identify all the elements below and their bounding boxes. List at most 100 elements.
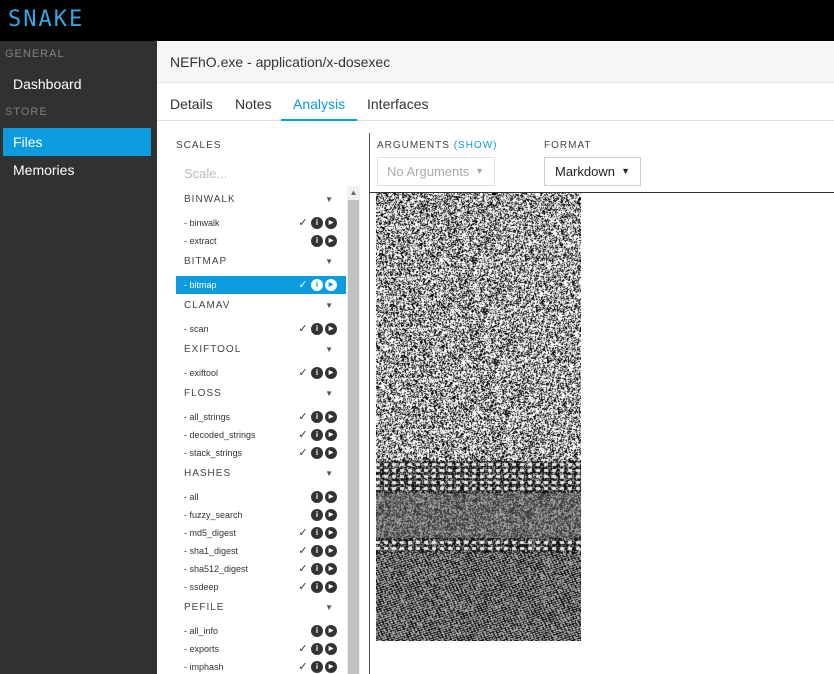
check-icon: ✓ [298,447,308,459]
info-icon[interactable]: i [311,625,323,637]
play-icon[interactable]: ▶ [325,643,337,655]
scale-group-header[interactable]: HASHES ▼ [176,462,346,488]
scale-item[interactable]: - ssdeep ✓ i ▶ [176,578,346,596]
scale-group-header[interactable]: PEFILE ▼ [176,596,346,622]
info-icon[interactable]: i [311,563,323,575]
play-icon[interactable]: ▶ [325,545,337,557]
scale-list-scrollbar[interactable]: ▲ [347,186,360,674]
scale-item[interactable]: - stack_strings ✓ i ▶ [176,444,346,462]
play-icon[interactable]: ▶ [325,279,337,291]
tab-notes[interactable]: Notes [223,83,284,121]
play-icon[interactable]: ▶ [325,491,337,503]
scale-group-name: BITMAP [184,256,228,267]
chevron-down-icon[interactable]: ▼ [325,462,334,486]
info-icon[interactable]: i [311,491,323,503]
scale-item[interactable]: - all i ▶ [176,488,346,506]
format-select[interactable]: Markdown ▼ [544,157,641,186]
play-icon[interactable]: ▶ [325,447,337,459]
page-title: NEFhO.exe - application/x-dosexec [170,54,391,70]
scale-group-header[interactable]: EXIFTOOL ▼ [176,338,346,364]
info-icon[interactable]: i [311,545,323,557]
play-icon[interactable]: ▶ [325,429,337,441]
scale-item[interactable]: - scan ✓ i ▶ [176,320,346,338]
scroll-up-arrow-icon[interactable]: ▲ [347,186,360,199]
scale-item[interactable]: - sha1_digest ✓ i ▶ [176,542,346,560]
sidebar-item-files[interactable]: Files [3,128,151,156]
chevron-down-icon[interactable]: ▼ [325,294,334,318]
info-icon[interactable]: i [311,411,323,423]
scale-item[interactable]: - binwalk ✓ i ▶ [176,214,346,232]
arguments-select[interactable]: No Arguments ▼ [377,157,495,186]
scale-item-label: - fuzzy_search [184,510,243,520]
info-icon[interactable]: i [311,429,323,441]
tab-interfaces[interactable]: Interfaces [355,83,440,121]
scale-group-name: EXIFTOOL [184,344,242,355]
scale-item[interactable]: - bitmap ✓ i ▶ [176,276,346,294]
info-icon[interactable]: i [311,509,323,521]
scale-item[interactable]: - imphash ✓ i ▶ [176,658,346,674]
scale-item[interactable]: - all_strings ✓ i ▶ [176,408,346,426]
snake-logo[interactable]: SNAKE [8,7,84,33]
scale-group-header[interactable]: BINWALK ▼ [176,188,346,214]
chevron-down-icon[interactable]: ▼ [325,250,334,274]
play-icon[interactable]: ▶ [325,367,337,379]
scale-item-icons: ✓ i ▶ [297,527,337,539]
scale-item[interactable]: - all_info i ▶ [176,622,346,640]
check-icon: ✓ [298,367,308,379]
play-icon[interactable]: ▶ [325,509,337,521]
scale-item[interactable]: - extract i ▶ [176,232,346,250]
scale-item[interactable]: - sha512_digest ✓ i ▶ [176,560,346,578]
check-icon: ✓ [298,643,308,655]
info-icon[interactable]: i [311,323,323,335]
arguments-label: ARGUMENTS (SHOW) [377,140,497,151]
check-icon: ✓ [298,661,308,673]
scale-group-name: PEFILE [184,602,225,613]
play-icon[interactable]: ▶ [325,411,337,423]
scale-group-header[interactable]: CLAMAV ▼ [176,294,346,320]
info-icon[interactable]: i [311,447,323,459]
scale-item[interactable]: - exports ✓ i ▶ [176,640,346,658]
scale-item-icons: i ▶ [311,509,337,521]
chevron-down-icon[interactable]: ▼ [325,338,334,362]
play-icon[interactable]: ▶ [325,563,337,575]
play-icon[interactable]: ▶ [325,625,337,637]
chevron-down-icon[interactable]: ▼ [325,188,334,212]
file-header: NEFhO.exe - application/x-dosexec [157,41,834,83]
info-icon[interactable]: i [311,643,323,655]
sidebar-item-memories[interactable]: Memories [3,156,151,184]
scale-item-label: - extract [184,236,217,246]
scale-item-icons: ✓ i ▶ [297,323,337,335]
chevron-down-icon[interactable]: ▼ [325,596,334,620]
info-icon[interactable]: i [311,217,323,229]
info-icon[interactable]: i [311,367,323,379]
scale-item[interactable]: - exiftool ✓ i ▶ [176,364,346,382]
play-icon[interactable]: ▶ [325,661,337,673]
play-icon[interactable]: ▶ [325,217,337,229]
tab-details[interactable]: Details [158,83,225,121]
tab-analysis[interactable]: Analysis [281,83,358,121]
scale-group-header[interactable]: BITMAP ▼ [176,250,346,276]
info-icon[interactable]: i [311,661,323,673]
play-icon[interactable]: ▶ [325,235,337,247]
info-icon[interactable]: i [311,581,323,593]
scroll-thumb[interactable] [348,200,359,674]
info-icon[interactable]: i [311,527,323,539]
scale-search-input[interactable] [176,162,344,184]
scale-item[interactable]: - fuzzy_search i ▶ [176,506,346,524]
scale-item[interactable]: - md5_digest ✓ i ▶ [176,524,346,542]
info-icon[interactable]: i [311,279,323,291]
play-icon[interactable]: ▶ [325,581,337,593]
play-icon[interactable]: ▶ [325,323,337,335]
sidebar: GENERAL Dashboard STORE Files Memories [0,41,157,674]
scale-item-label: - md5_digest [184,528,237,538]
arguments-show-link[interactable]: (SHOW) [454,140,498,151]
check-icon: ✓ [298,323,308,335]
sidebar-item-dashboard[interactable]: Dashboard [3,70,151,98]
scale-item-icons: ✓ i ▶ [297,581,337,593]
scale-group-header[interactable]: FLOSS ▼ [176,382,346,408]
chevron-down-icon[interactable]: ▼ [325,382,334,406]
info-icon[interactable]: i [311,235,323,247]
scale-item-label: - sha1_digest [184,546,239,556]
play-icon[interactable]: ▶ [325,527,337,539]
scale-item[interactable]: - decoded_strings ✓ i ▶ [176,426,346,444]
